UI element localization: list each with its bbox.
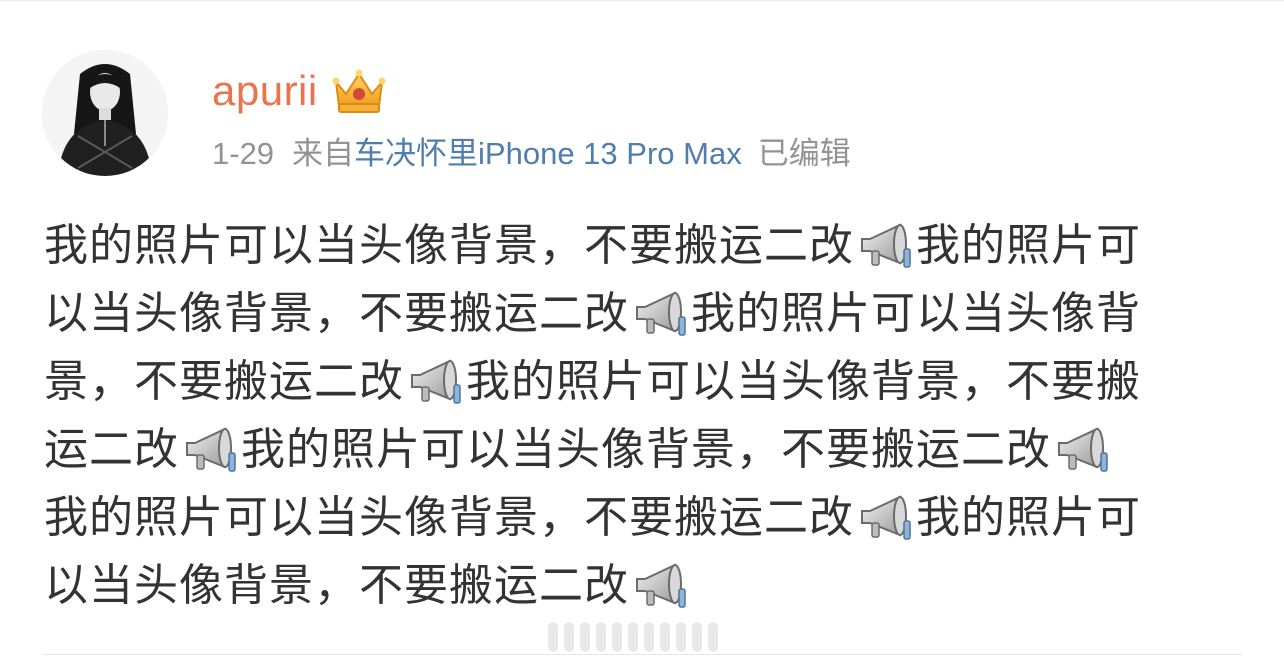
megaphone-icon <box>406 355 464 409</box>
scroll-indicator <box>548 620 722 654</box>
post-text-segment: 我的照片可以当头像背景，不要搬运二改 <box>44 220 854 271</box>
megaphone-icon <box>1053 423 1111 477</box>
post-text-segment: 我的照片可以当头像背景，不要搬 <box>466 356 1141 407</box>
post-text-segment: 以当头像背景，不要搬运二改 <box>44 560 629 611</box>
post-text-segment: 我的照片可 <box>916 220 1141 271</box>
post-text-segment: 我的照片可以当头像背 <box>691 288 1141 339</box>
avatar[interactable] <box>42 50 168 176</box>
post-text-segment: 我的照片可以当头像背景，不要搬运二改 <box>44 492 854 543</box>
post-meta: 1-29 来自车决怀里iPhone 13 Pro Max 已编辑 <box>212 134 851 174</box>
post-text-segment: 以当头像背景，不要搬运二改 <box>44 288 629 339</box>
top-divider <box>0 0 1284 1</box>
crown-badge-icon[interactable] <box>330 68 388 116</box>
username[interactable]: apurii <box>212 64 318 118</box>
post-text-line: 以当头像背景，不要搬运二改 我的照片可以当头像背 <box>44 280 1244 348</box>
post-source-link[interactable]: 车决怀里iPhone 13 Pro Max <box>354 136 742 171</box>
megaphone-icon <box>856 219 914 273</box>
megaphone-icon <box>181 423 239 477</box>
from-label: 来自 <box>292 136 355 171</box>
edited-label[interactable]: 已编辑 <box>758 136 851 171</box>
post-text-line: 我的照片可以当头像背景，不要搬运二改 我的照片可 <box>44 484 1244 552</box>
post-text-segment: 我的照片可 <box>916 492 1141 543</box>
megaphone-icon <box>856 491 914 545</box>
post-text-segment: 我的照片可以当头像背景，不要搬运二改 <box>241 424 1051 475</box>
megaphone-icon <box>631 559 689 613</box>
bottom-divider <box>42 654 1242 655</box>
megaphone-icon <box>631 287 689 341</box>
post-text-line: 景，不要搬运二改 我的照片可以当头像背景，不要搬 <box>44 348 1244 416</box>
post-text: 我的照片可以当头像背景，不要搬运二改 我的照片可 以当头像背景，不要搬运二改 我的照片… <box>44 212 1244 620</box>
post-date[interactable]: 1-29 <box>212 136 274 171</box>
post-text-segment: 运二改 <box>44 424 179 475</box>
post-text-line: 运二改 我的照片可以当头像背景，不要搬运二改 <box>44 416 1244 484</box>
avatar-image <box>42 50 168 176</box>
post-text-segment: 景，不要搬运二改 <box>44 356 404 407</box>
post-text-line: 以当头像背景，不要搬运二改 <box>44 552 1244 620</box>
post-text-line: 我的照片可以当头像背景，不要搬运二改 我的照片可 <box>44 212 1244 280</box>
